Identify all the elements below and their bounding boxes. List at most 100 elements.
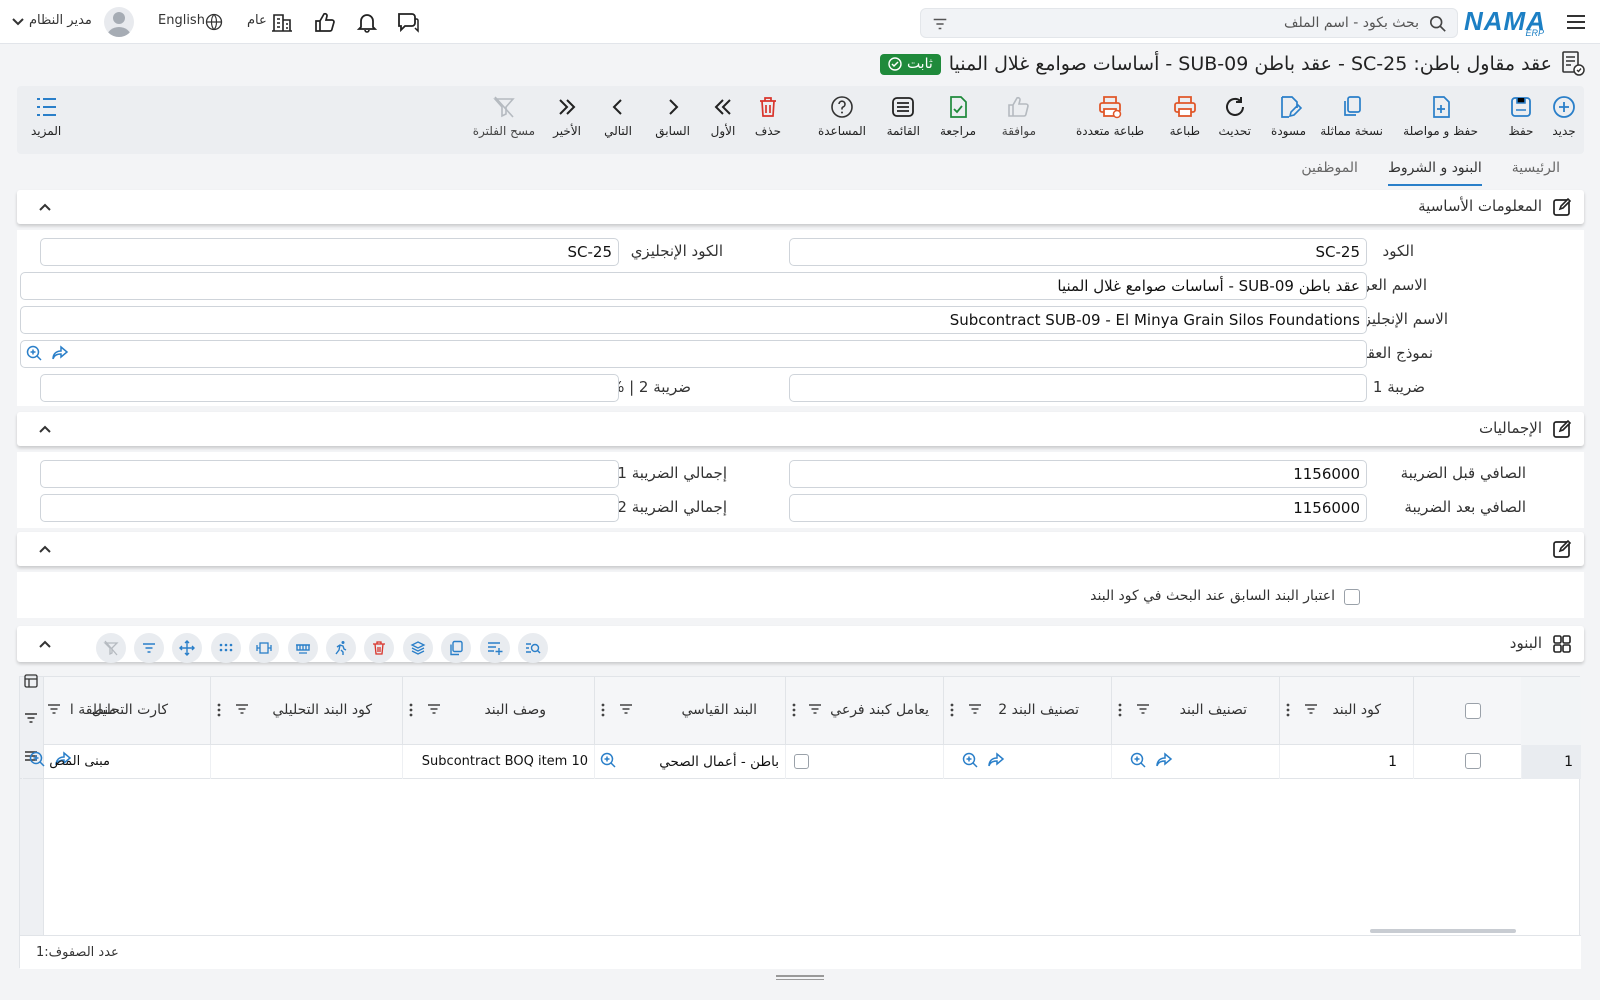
search-add-icon[interactable] xyxy=(961,751,979,769)
net-after-field[interactable]: 1156000 xyxy=(789,494,1367,522)
standard-item-cell[interactable]: باطن - أعمال الصحي xyxy=(594,745,785,779)
column-analysis-card[interactable]: كارت التحليل xyxy=(22,677,210,745)
grid-delete-button[interactable] xyxy=(364,633,394,663)
template-field[interactable] xyxy=(20,340,1367,368)
column-item-code[interactable]: كود البند xyxy=(1279,677,1413,745)
table-row[interactable]: 1 1 باطن - أعمال الصحي Subcontract BOQ i… xyxy=(20,745,1581,779)
approve-button[interactable]: موافقة xyxy=(1002,94,1036,138)
filter-icon[interactable] xyxy=(931,15,949,33)
column-menu-icon[interactable] xyxy=(601,703,605,717)
chevron-up-icon[interactable] xyxy=(37,199,53,215)
list-button[interactable]: القائمة xyxy=(887,94,920,138)
column-analytic-code[interactable]: كود البند التحليلي xyxy=(210,677,402,745)
copy-button[interactable]: نسخة مماثلة xyxy=(1320,94,1383,138)
grid-filter-button[interactable] xyxy=(134,633,164,663)
filter-icon[interactable] xyxy=(24,711,38,725)
new-button[interactable]: جديد xyxy=(1551,94,1577,138)
branch-label[interactable]: عام xyxy=(247,13,267,28)
first-button[interactable]: الأول xyxy=(710,94,736,138)
tax2-total-field[interactable] xyxy=(40,494,619,522)
save-continue-button[interactable]: حفظ و مواصلة xyxy=(1403,94,1478,138)
review-button[interactable]: مراجعة xyxy=(940,94,976,138)
filter-icon[interactable] xyxy=(968,703,982,715)
options-header[interactable] xyxy=(17,532,1584,566)
search-input[interactable] xyxy=(999,13,1419,33)
tax2-field[interactable] xyxy=(40,374,619,402)
print-button[interactable]: طباعة xyxy=(1170,94,1200,138)
filter-icon[interactable] xyxy=(427,703,441,715)
grid-move-button[interactable] xyxy=(172,633,202,663)
chat-icon[interactable] xyxy=(396,11,420,33)
filter-icon[interactable] xyxy=(1304,703,1318,715)
tax1-field[interactable] xyxy=(789,374,1367,402)
logo[interactable]: NAMA ERP xyxy=(1464,4,1552,38)
clear-filter-button[interactable]: مسح الفلترة xyxy=(473,94,535,138)
language-switch[interactable]: English xyxy=(158,13,205,28)
grid-layers-button[interactable] xyxy=(403,633,433,663)
share-icon[interactable] xyxy=(1155,751,1173,769)
filter-icon[interactable] xyxy=(808,703,822,715)
resize-handle[interactable] xyxy=(776,975,824,981)
help-button[interactable]: المساعدة xyxy=(818,94,866,138)
column-item-category-2[interactable]: تصنيف البند 2 xyxy=(943,677,1111,745)
chevron-down-icon[interactable] xyxy=(11,16,25,28)
horizontal-scrollbar[interactable] xyxy=(1370,929,1516,933)
item-category-2-cell[interactable] xyxy=(943,745,1111,779)
filter-icon[interactable] xyxy=(235,703,249,715)
grid-add-rows-button[interactable] xyxy=(480,633,510,663)
en-name-field[interactable]: Subcontract SUB-09 - El Minya Grain Silo… xyxy=(20,306,1367,334)
tab-employees[interactable]: الموظفين xyxy=(1301,160,1358,186)
zone-cell[interactable]: مبنى المص xyxy=(44,745,112,779)
tab-main[interactable]: الرئيسية xyxy=(1512,160,1560,186)
refresh-button[interactable]: تحديث xyxy=(1218,94,1251,138)
en-code-field[interactable]: SC-25 xyxy=(40,238,619,266)
ar-name-field[interactable]: عقد باطن SUB-09 - أساسات صوامع غلال المن… xyxy=(20,272,1367,300)
delete-button[interactable]: حذف xyxy=(755,94,781,138)
column-item-category[interactable]: تصنيف البند xyxy=(1111,677,1279,745)
bell-icon[interactable] xyxy=(355,11,379,33)
column-menu-icon[interactable] xyxy=(409,703,413,717)
grid-columns-button[interactable] xyxy=(288,633,318,663)
search-icon[interactable] xyxy=(1429,15,1447,33)
filter-icon[interactable] xyxy=(1136,703,1150,715)
search-add-icon[interactable] xyxy=(25,344,43,362)
building-icon[interactable] xyxy=(270,11,294,33)
chevron-up-icon[interactable] xyxy=(37,636,53,652)
table-icon[interactable] xyxy=(23,673,39,689)
column-menu-icon[interactable] xyxy=(1286,703,1290,717)
analytic-code-cell[interactable] xyxy=(210,745,402,779)
globe-icon[interactable] xyxy=(204,11,224,33)
draft-button[interactable]: مسودة xyxy=(1271,94,1306,138)
save-button[interactable]: حفظ xyxy=(1508,94,1534,138)
prev-item-checkbox[interactable] xyxy=(1344,589,1360,605)
next-button[interactable]: التالي xyxy=(604,94,632,138)
user-name[interactable]: مدير النظام xyxy=(29,13,92,28)
column-menu-icon[interactable] xyxy=(950,703,954,717)
column-menu-icon[interactable] xyxy=(792,703,796,717)
tab-items-terms[interactable]: البنود و الشروط xyxy=(1387,160,1482,186)
column-standard-item[interactable]: البند القياسي xyxy=(594,677,785,745)
item-description-cell[interactable]: Subcontract BOQ item 10 xyxy=(402,745,594,779)
column-menu-icon[interactable] xyxy=(1118,703,1122,717)
chevron-up-icon[interactable] xyxy=(37,541,53,557)
item-code-cell[interactable]: 1 xyxy=(1279,745,1413,779)
grid-fit-button[interactable] xyxy=(249,633,279,663)
item-category-cell[interactable] xyxy=(1111,745,1279,779)
more-button[interactable]: المزيد xyxy=(31,94,61,138)
grid-search-button[interactable] xyxy=(518,633,548,663)
search-box[interactable] xyxy=(920,8,1458,38)
previous-button[interactable]: السابق xyxy=(655,94,690,138)
row-checkbox[interactable] xyxy=(1465,753,1481,769)
net-before-field[interactable]: 1156000 xyxy=(789,460,1367,488)
search-add-icon[interactable] xyxy=(1129,751,1147,769)
chevron-up-icon[interactable] xyxy=(37,421,53,437)
grid-run-button[interactable] xyxy=(326,633,356,663)
basic-info-header[interactable]: المعلومات الأساسية xyxy=(17,190,1584,224)
select-all-checkbox[interactable] xyxy=(1465,703,1481,719)
menu-icon[interactable] xyxy=(1564,10,1588,34)
grid-copy-button[interactable] xyxy=(441,633,471,663)
search-add-icon[interactable] xyxy=(599,751,617,769)
grid-dots-button[interactable] xyxy=(211,633,241,663)
column-menu-icon[interactable] xyxy=(217,703,221,717)
last-button[interactable]: الأخير xyxy=(553,94,581,138)
